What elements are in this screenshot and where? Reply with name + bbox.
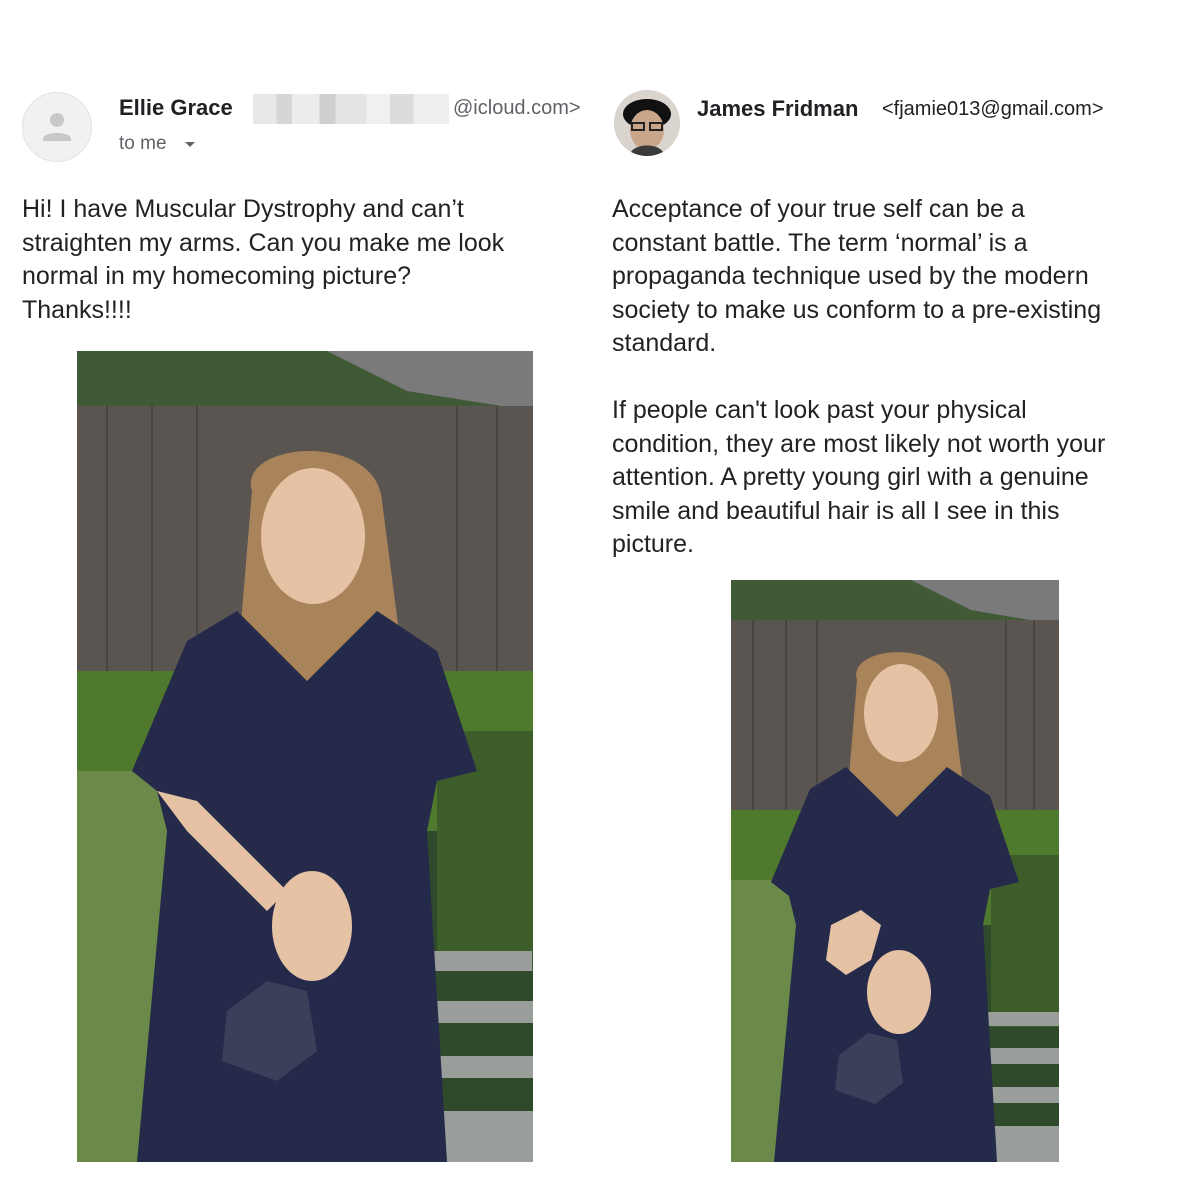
sender-avatar[interactable]: [614, 90, 680, 156]
body-line: If people can't look past your physical: [612, 396, 1027, 424]
original-photo[interactable]: [77, 351, 533, 1162]
body-line: Thanks!!!!: [22, 295, 132, 324]
caret-down-icon: [185, 142, 195, 147]
body-line: attention. A pretty young girl with a ge…: [612, 463, 1089, 491]
body-line: society to make us conform to a pre-exis…: [612, 295, 1102, 324]
body-line: smile and beautiful hair is all I see in…: [612, 496, 1060, 525]
body-line: normal in my homecoming picture?: [22, 262, 412, 290]
body-line: condition, they are most likely not wort…: [612, 429, 1106, 458]
body-line: Acceptance of your true self can be a: [612, 195, 1025, 223]
recipient-dropdown[interactable]: to me: [119, 132, 209, 158]
sender-name: James Fridman: [697, 96, 859, 121]
body-line: straighten my arms. Can you make me look: [22, 228, 505, 257]
profile-photo: [614, 90, 680, 156]
sender-avatar[interactable]: [22, 92, 92, 162]
body-line: standard.: [612, 329, 717, 357]
sender-email-domain: @icloud.com>: [453, 97, 581, 119]
body-line: Hi! I have Muscular Dystrophy and can’t: [22, 195, 464, 223]
body-line: propaganda technique used by the modern: [612, 262, 1089, 290]
returned-photo[interactable]: [731, 580, 1059, 1162]
left-email-body: Hi! I have Muscular Dystrophy and can’t …: [22, 193, 592, 327]
body-line: picture.: [612, 530, 694, 558]
person-silhouette-icon: [43, 113, 71, 141]
right-email-body: Acceptance of your true self can be a co…: [612, 193, 1192, 562]
sender-name: Ellie Grace: [119, 95, 233, 120]
redacted-email-blur: [253, 94, 449, 124]
body-line: constant battle. The term ‘normal’ is a: [612, 228, 1028, 257]
recipient-label: to me: [119, 133, 167, 154]
sender-email: <fjamie013@gmail.com>: [882, 98, 1104, 120]
